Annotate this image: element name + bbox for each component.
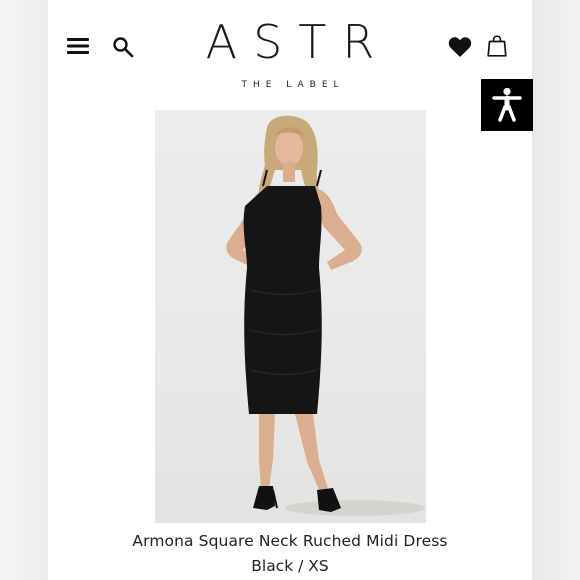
logo-wordmark: ASTR — [205, 15, 391, 69]
product-name: Armona Square Neck Ruched Midi Dress — [132, 532, 448, 550]
accessibility-icon[interactable] — [481, 79, 533, 131]
hamburger-menu-icon[interactable] — [64, 34, 92, 58]
logo-tagline: THE LABEL — [241, 80, 345, 90]
heart-icon[interactable] — [446, 34, 474, 60]
search-icon[interactable] — [110, 34, 136, 60]
product-variant: Black / XS — [251, 557, 329, 575]
site-header: ASTR THE LABEL — [48, 0, 532, 100]
product-image[interactable] — [155, 110, 426, 523]
shopping-bag-icon[interactable] — [484, 32, 510, 60]
brand-logo[interactable]: ASTR THE LABEL — [184, 16, 396, 90]
background-left — [0, 0, 48, 580]
background-right — [532, 0, 580, 580]
